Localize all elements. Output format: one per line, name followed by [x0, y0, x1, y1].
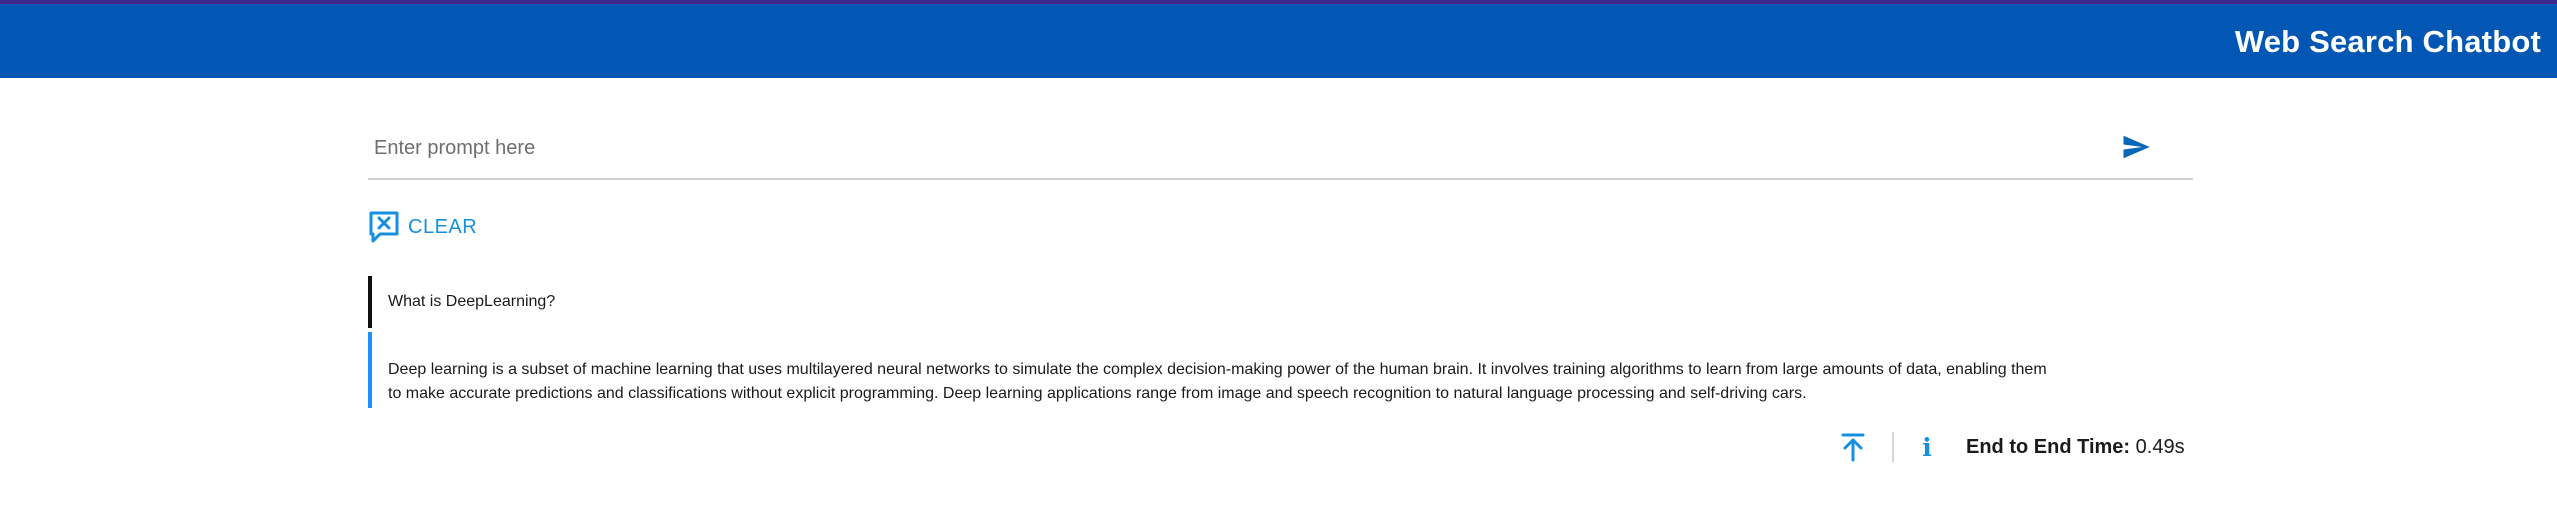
info-button[interactable]: i — [1918, 432, 1936, 462]
footer-divider — [1892, 432, 1894, 462]
clear-label: CLEAR — [408, 215, 478, 238]
send-icon — [2123, 135, 2150, 159]
user-message: What is DeepLearning? — [368, 276, 2068, 328]
end-to-end-time: End to End Time: 0.49s — [1966, 436, 2185, 459]
prompt-bar — [368, 118, 2193, 180]
scroll-to-top-button[interactable] — [1840, 432, 1866, 462]
clear-chat-icon — [368, 210, 400, 244]
clear-button[interactable]: CLEAR — [368, 210, 477, 244]
scroll-to-top-icon — [1841, 433, 1865, 462]
info-icon: i — [1922, 432, 1932, 462]
app-header: Web Search Chatbot — [0, 0, 2557, 78]
timing-value: 0.49s — [2135, 435, 2185, 458]
timing-label: End to End Time: — [1966, 435, 2131, 458]
send-button[interactable] — [2121, 132, 2151, 162]
assistant-message: Deep learning is a subset of machine lea… — [368, 332, 2068, 408]
app-title: Web Search Chatbot — [2234, 24, 2541, 59]
prompt-input[interactable] — [372, 130, 2096, 166]
response-footer: i End to End Time: 0.49s — [1840, 430, 2185, 464]
user-message-text: What is DeepLearning? — [388, 293, 556, 310]
assistant-message-text: Deep learning is a subset of machine lea… — [388, 361, 2047, 402]
